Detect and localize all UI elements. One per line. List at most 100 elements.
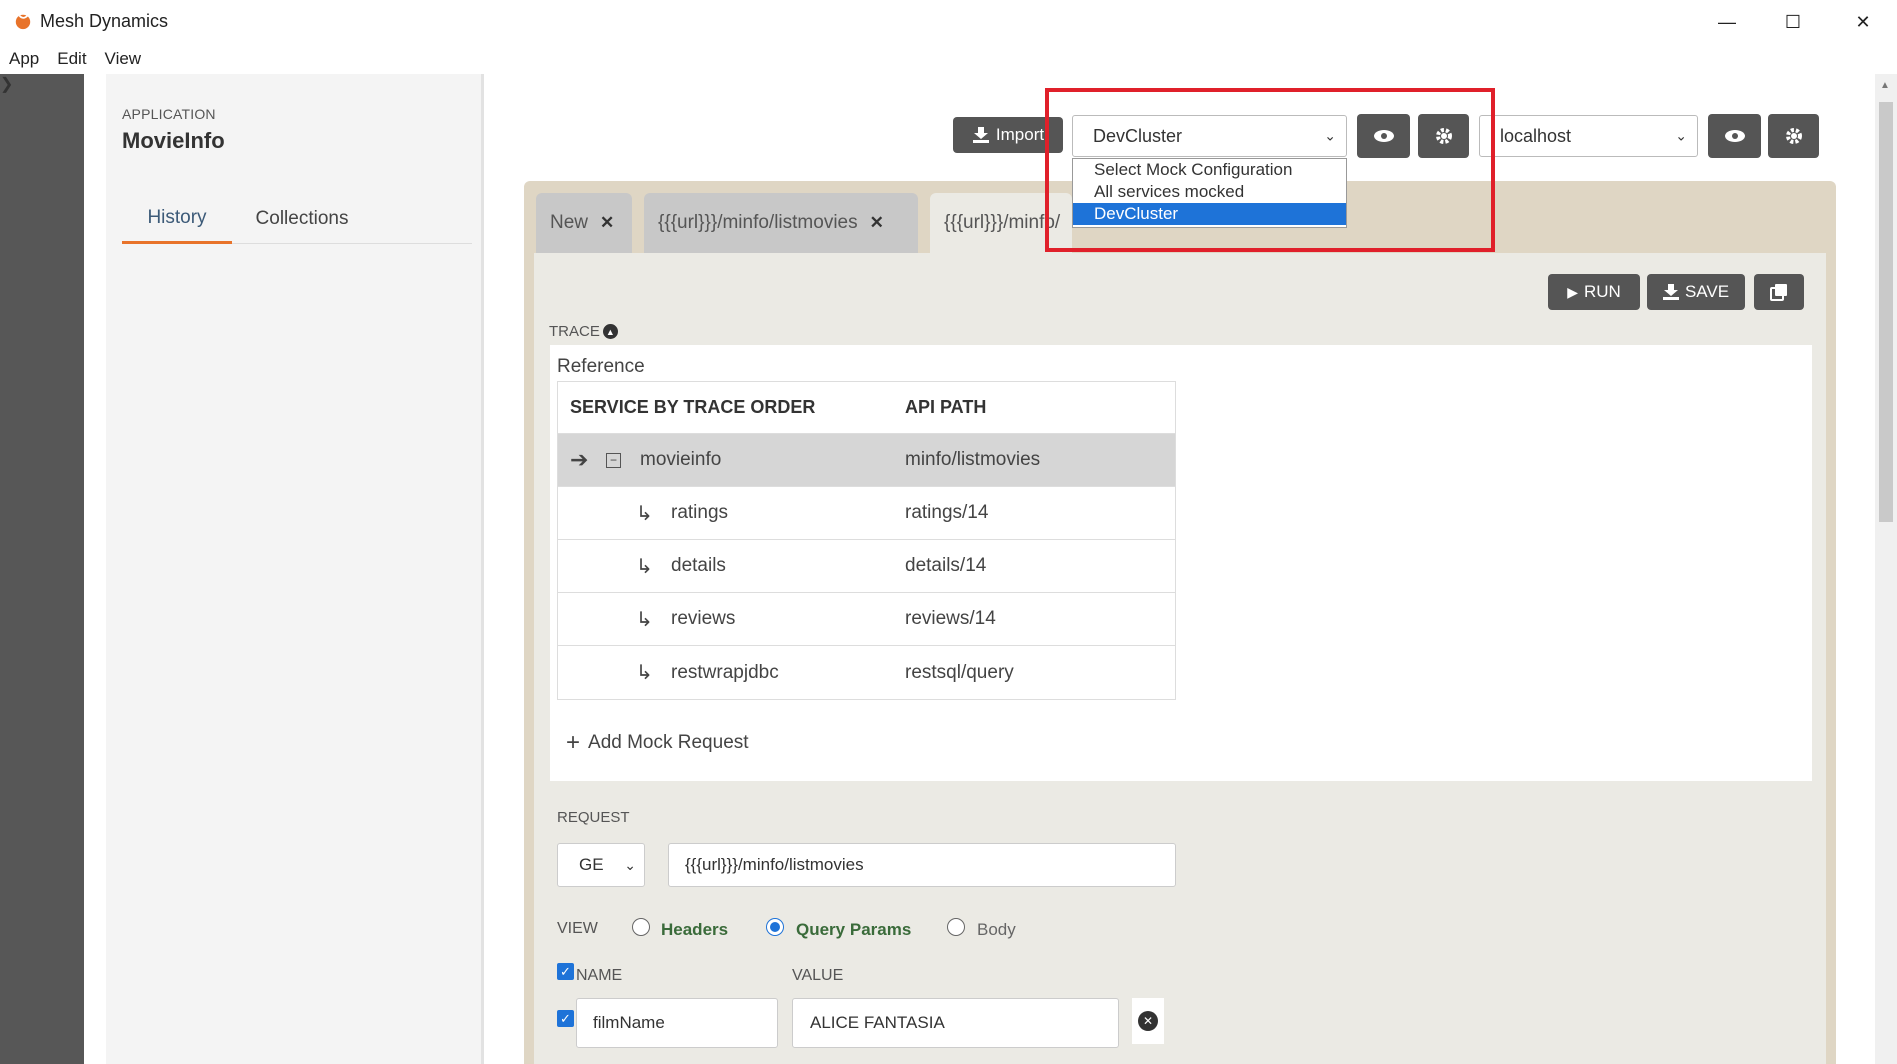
environment-select[interactable]: localhost ⌄ (1479, 115, 1698, 157)
url-value: {{{url}}}/minfo/listmovies (685, 855, 864, 874)
close-icon[interactable]: ✕ (600, 213, 614, 233)
method-select[interactable]: GE ⌄ (557, 843, 645, 887)
menu-view[interactable]: View (105, 49, 142, 69)
menu-edit[interactable]: Edit (57, 49, 86, 69)
run-label: RUN (1583, 282, 1621, 301)
trace-table: SERVICE BY TRACE ORDER API PATH ➔ − movi… (557, 381, 1176, 700)
body-label[interactable]: Body (977, 920, 1016, 940)
eye-icon (1724, 130, 1745, 142)
application-caption: APPLICATION (122, 106, 216, 122)
collapse-icon[interactable]: − (606, 452, 621, 468)
request-label: REQUEST (557, 809, 630, 826)
query-params-radio[interactable] (766, 918, 784, 936)
import-label: Import (995, 125, 1045, 144)
eye-icon (1373, 130, 1394, 142)
environment-settings-button[interactable] (1768, 114, 1819, 158)
expand-sidebar-button[interactable]: ❯ (0, 74, 84, 1064)
download-icon (1662, 284, 1679, 300)
view-label: VIEW (557, 920, 598, 937)
maximize-button[interactable]: ☐ (1763, 6, 1823, 38)
request-tab-listmovies[interactable]: {{{url}}}/minfo/listmovies ✕ (644, 193, 918, 253)
param-value-input[interactable]: ALICE FANTASIA (792, 998, 1119, 1048)
chevron-right-icon: ❯ (0, 76, 14, 93)
url-input[interactable]: {{{url}}}/minfo/listmovies (668, 843, 1176, 887)
view-mock-config-button[interactable] (1357, 114, 1410, 158)
child-arrow-icon: ↳ (636, 502, 653, 525)
service-name: ratings (671, 502, 729, 523)
view-environment-button[interactable] (1708, 114, 1761, 158)
arrow-right-icon: ➔ (570, 447, 589, 472)
request-tab-active[interactable]: {{{url}}}/minfo/ (930, 193, 1072, 253)
mock-config-value: DevCluster (1093, 125, 1183, 146)
chevron-up-circle-icon: ▲ (602, 324, 618, 339)
scrollbar-thumb[interactable] (1879, 102, 1893, 522)
application-name: MovieInfo (122, 128, 225, 153)
sidebar-tabs: History Collections (122, 194, 472, 244)
child-arrow-icon: ↳ (636, 608, 653, 631)
app-logo-icon (15, 14, 31, 30)
select-all-checkbox[interactable]: ✓ (557, 963, 574, 980)
scroll-up-icon[interactable]: ▲ (1880, 80, 1890, 91)
table-row[interactable]: ↳ restwrapjdbc restsql/query (558, 646, 1175, 699)
environment-value: localhost (1500, 125, 1572, 146)
params-value-header: VALUE (792, 967, 844, 984)
request-tab-label: {{{url}}}/minfo/ (944, 212, 1061, 233)
close-window-button[interactable]: ✕ (1833, 6, 1893, 38)
body-radio[interactable] (947, 918, 965, 936)
params-name-header: NAME (576, 967, 623, 984)
mock-config-settings-button[interactable] (1418, 114, 1469, 158)
mock-config-select[interactable]: DevCluster ⌄ (1072, 115, 1347, 157)
param-name-input[interactable]: filmName (576, 998, 778, 1048)
close-circle-icon: ✕ (1138, 1011, 1158, 1031)
service-name: movieinfo (640, 449, 722, 470)
api-path: restsql/query (905, 661, 1014, 683)
run-button[interactable]: ▶ RUN (1548, 274, 1640, 310)
menu-app[interactable]: App (9, 49, 39, 69)
table-row[interactable]: ↳ reviews reviews/14 (558, 593, 1175, 646)
window-title: Mesh Dynamics (40, 11, 169, 31)
chevron-down-icon: ⌄ (1324, 127, 1336, 144)
trace-label: TRACE (549, 323, 600, 340)
add-mock-request-button[interactable]: + Add Mock Request (566, 729, 749, 757)
table-header: SERVICE BY TRACE ORDER API PATH (558, 382, 1175, 434)
reference-label: Reference (557, 356, 645, 377)
request-tab-new[interactable]: New ✕ (536, 193, 632, 253)
headers-radio[interactable] (632, 918, 650, 936)
request-tab-label: New (550, 212, 589, 233)
api-path: minfo/listmovies (905, 449, 1041, 470)
trace-toggle[interactable]: TRACE ▲ (549, 323, 618, 340)
headers-label[interactable]: Headers (661, 920, 728, 940)
save-button[interactable]: SAVE (1647, 274, 1745, 310)
play-icon: ▶ (1567, 283, 1578, 300)
dropdown-option[interactable]: Select Mock Configuration (1073, 159, 1346, 181)
dropdown-option-selected[interactable]: DevCluster (1073, 203, 1346, 225)
close-icon[interactable]: ✕ (870, 213, 884, 233)
table-row[interactable]: ↳ ratings ratings/14 (558, 487, 1175, 540)
request-tab-label: {{{url}}}/minfo/listmovies (658, 212, 858, 233)
method-value: GE (579, 855, 604, 874)
table-row[interactable]: ➔ − movieinfo minfo/listmovies (558, 434, 1175, 487)
gear-icon (1785, 128, 1802, 144)
param-name-value: filmName (593, 1013, 665, 1032)
remove-param-button[interactable]: ✕ (1132, 998, 1164, 1044)
param-checkbox[interactable]: ✓ (557, 1010, 574, 1027)
tab-history[interactable]: History (122, 194, 232, 244)
column-api-path: API PATH (905, 397, 987, 417)
param-value-value: ALICE FANTASIA (810, 1013, 945, 1032)
minimize-button[interactable]: — (1697, 6, 1757, 38)
query-params-label[interactable]: Query Params (796, 920, 911, 940)
dropdown-option[interactable]: All services mocked (1073, 181, 1346, 203)
chevron-down-icon: ⌄ (624, 856, 636, 873)
import-button[interactable]: Import (953, 117, 1063, 153)
sidebar: APPLICATION MovieInfo History Collection… (106, 74, 484, 1064)
save-label: SAVE (1684, 282, 1730, 301)
import-icon (972, 127, 989, 143)
service-name: details (671, 555, 726, 576)
table-row[interactable]: ↳ details details/14 (558, 540, 1175, 593)
copy-button[interactable] (1754, 274, 1804, 310)
scrollbar[interactable]: ▲ (1875, 74, 1897, 1064)
api-path: details/14 (905, 555, 987, 576)
api-path: ratings/14 (905, 502, 989, 523)
child-arrow-icon: ↳ (636, 662, 653, 684)
tab-collections[interactable]: Collections (232, 194, 372, 244)
